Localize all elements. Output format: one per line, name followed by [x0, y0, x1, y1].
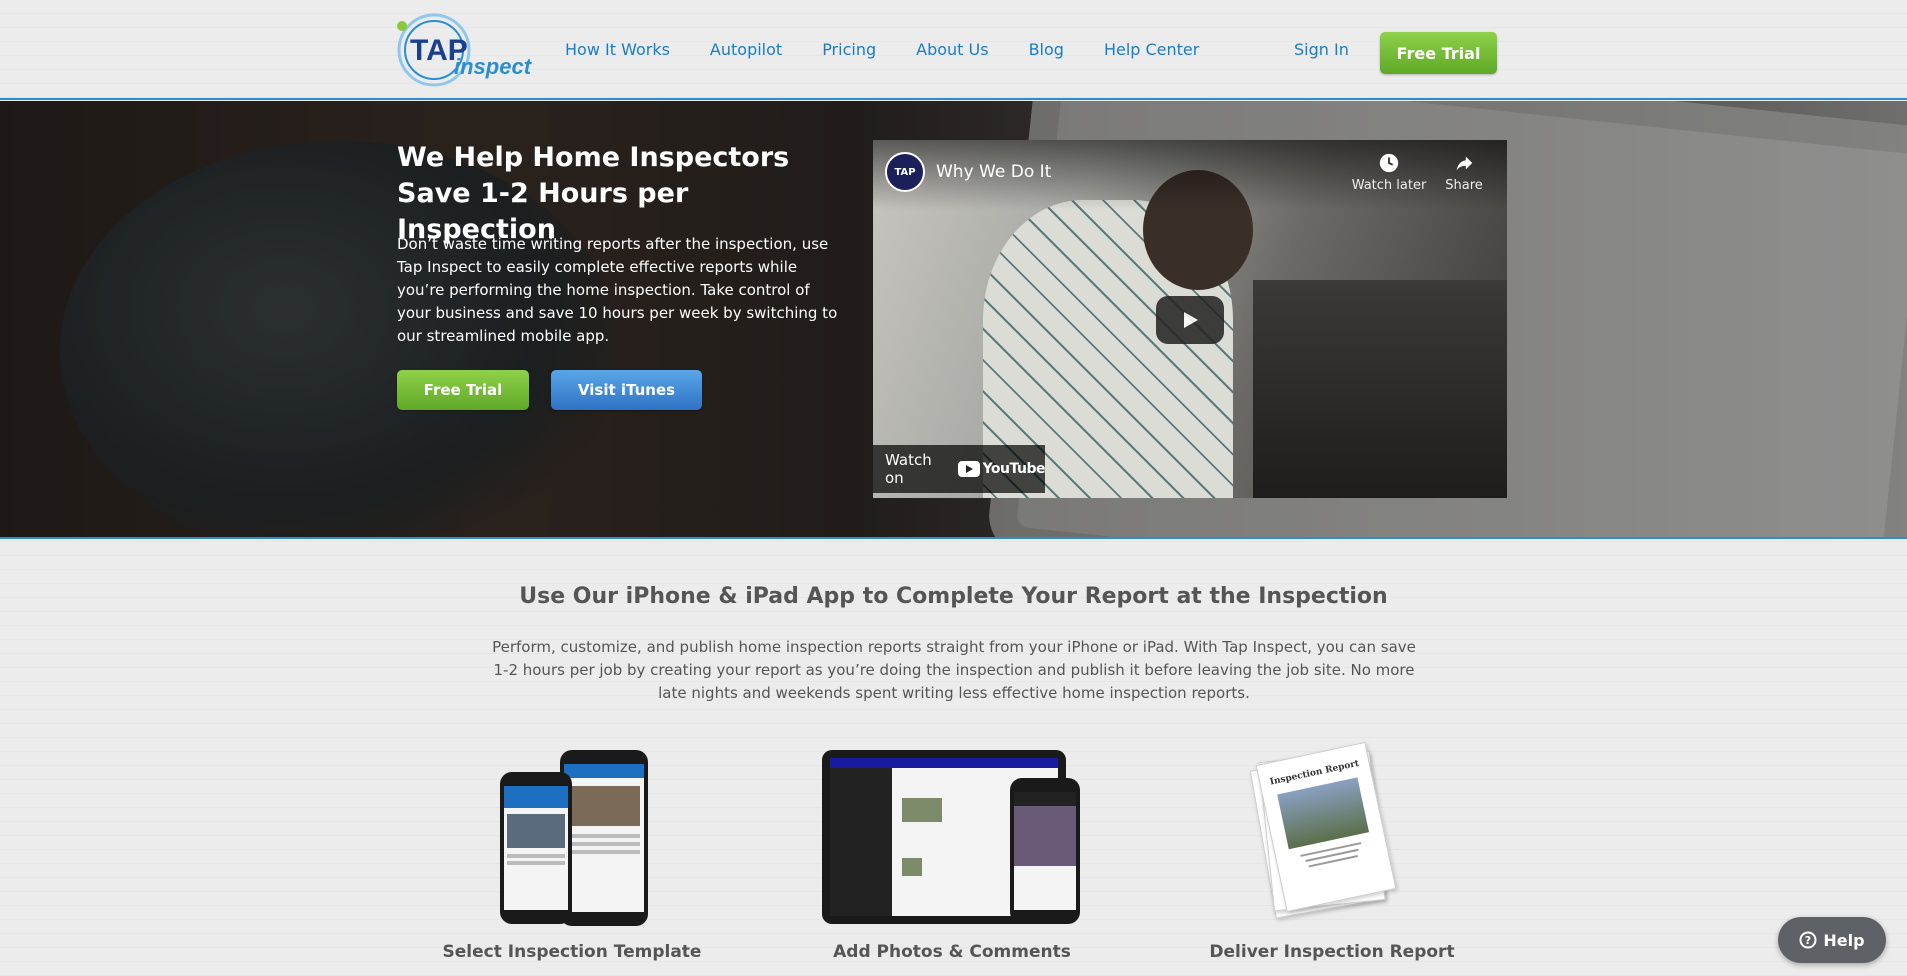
question-circle-icon: ? — [1799, 931, 1817, 949]
hero-description: Don’t waste time writing reports after t… — [397, 235, 838, 345]
nav-autopilot[interactable]: Autopilot — [710, 40, 782, 59]
free-trial-button-hero[interactable]: Free Trial — [397, 370, 529, 410]
feature-select-template: Select Inspection Template — [430, 748, 714, 962]
youtube-play-icon — [957, 461, 980, 477]
youtube-video-embed[interactable]: TAP Why We Do It Watch later Share Watch… — [873, 140, 1507, 498]
nav-how-it-works[interactable]: How It Works — [565, 40, 670, 59]
watch-on-youtube[interactable]: Watch on YouTube — [873, 445, 1046, 493]
video-title[interactable]: Why We Do It — [936, 162, 1051, 182]
nav-help-center[interactable]: Help Center — [1104, 40, 1199, 59]
watch-later-label: Watch later — [1351, 178, 1427, 193]
iphone-devices-image — [430, 748, 714, 926]
feature-caption: Select Inspection Template — [442, 942, 702, 962]
youtube-logo: YouTube — [957, 461, 1046, 477]
nav-blog[interactable]: Blog — [1029, 40, 1064, 59]
clock-icon — [1379, 153, 1399, 173]
channel-avatar[interactable]: TAP — [885, 152, 925, 192]
help-label: Help — [1823, 930, 1865, 950]
share-label: Share — [1445, 178, 1483, 193]
inspection-report-image: Inspection Report — [1190, 741, 1474, 924]
watch-on-label: Watch on — [885, 451, 932, 487]
play-icon — [1184, 312, 1198, 328]
feature-add-photos: Add Photos & Comments — [810, 748, 1094, 962]
tapinspect-logo[interactable]: TAP inspect — [396, 12, 533, 88]
watch-later-button[interactable]: Watch later — [1349, 152, 1429, 193]
help-widget-button[interactable]: ? Help — [1778, 917, 1886, 963]
video-thumbnail-furnace — [1253, 280, 1507, 498]
main-nav: How It Works Autopilot Pricing About Us … — [565, 40, 1239, 59]
site-header: TAP inspect How It Works Autopilot Prici… — [0, 0, 1907, 100]
share-icon — [1456, 156, 1473, 171]
free-trial-button-header[interactable]: Free Trial — [1380, 32, 1497, 74]
svg-text:?: ? — [1805, 934, 1811, 947]
nav-pricing[interactable]: Pricing — [822, 40, 876, 59]
svg-text:inspect: inspect — [454, 54, 532, 79]
sign-in-link[interactable]: Sign In — [1294, 40, 1349, 59]
ipad-iphone-image — [810, 748, 1094, 924]
share-button[interactable]: Share — [1439, 152, 1489, 193]
visit-itunes-button[interactable]: Visit iTunes — [551, 370, 702, 410]
section-title: Use Our iPhone & iPad App to Complete Yo… — [519, 584, 1388, 609]
nav-about-us[interactable]: About Us — [916, 40, 988, 59]
hero-title: We Help Home Inspectors Save 1-2 Hours p… — [397, 142, 790, 245]
feature-caption: Add Photos & Comments — [833, 942, 1071, 962]
section-description: Perform, customize, and publish home ins… — [492, 638, 1416, 702]
feature-deliver-report: Inspection Report Deliver Inspection Rep… — [1190, 741, 1474, 962]
feature-caption: Deliver Inspection Report — [1209, 942, 1455, 962]
play-button[interactable] — [1156, 296, 1224, 344]
